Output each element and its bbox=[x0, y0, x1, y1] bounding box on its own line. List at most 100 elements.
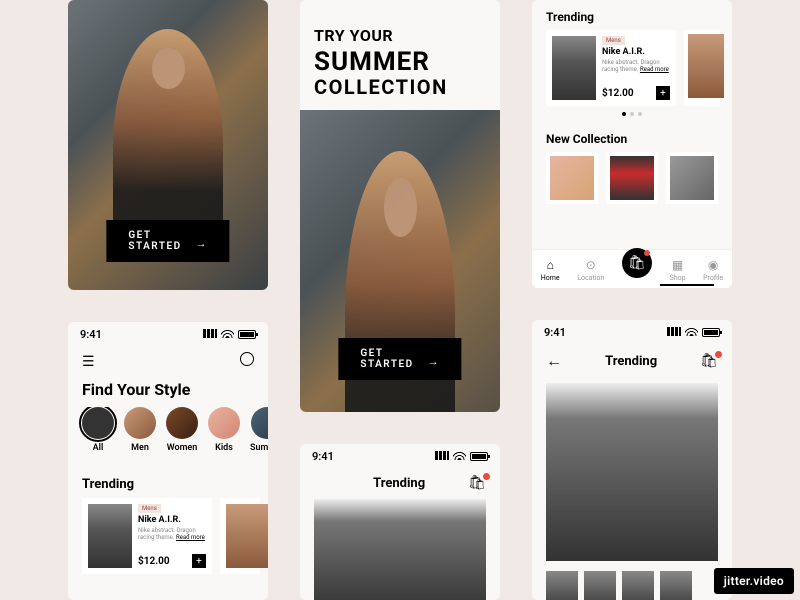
chip-kids[interactable]: Kids bbox=[208, 407, 240, 453]
nav-label: Home bbox=[541, 274, 560, 282]
home-icon: ⌂ bbox=[547, 258, 554, 272]
nav-shop[interactable]: ▦Shop bbox=[670, 258, 686, 282]
dot-1[interactable] bbox=[622, 112, 626, 116]
nav-fab-bag[interactable]: 🛍 bbox=[622, 248, 652, 278]
product-card-next[interactable] bbox=[684, 30, 720, 106]
collection-image bbox=[670, 156, 714, 200]
chip-women[interactable]: Women bbox=[166, 407, 198, 453]
wifi-icon bbox=[221, 328, 234, 341]
nav-home[interactable]: ⌂ Home bbox=[541, 258, 560, 282]
nav-profile[interactable]: ◉ Profile bbox=[703, 258, 723, 282]
screen-find-style: 9:41 Find Your Style All Men Women Kids … bbox=[68, 322, 268, 600]
search-icon[interactable] bbox=[240, 351, 254, 370]
wifi-icon bbox=[685, 326, 698, 339]
headline-line-3: COLLECTION bbox=[314, 75, 448, 99]
product-image bbox=[688, 34, 724, 98]
carousel-dots bbox=[532, 106, 732, 122]
status-bar: 9:41 bbox=[300, 444, 500, 469]
cta-label: GET STARTED bbox=[128, 230, 181, 252]
screen-home-lower: Trending Mens Nike A.I.R. Nike abstract.… bbox=[532, 0, 732, 288]
product-card[interactable]: Mens Nike A.I.R. Nike abstract. Dragon r… bbox=[546, 30, 676, 106]
collection-card[interactable] bbox=[606, 152, 658, 204]
chip-avatar bbox=[166, 407, 198, 439]
status-time: 9:41 bbox=[312, 450, 334, 463]
read-more-link[interactable]: Read more bbox=[640, 66, 669, 73]
category-chips: All Men Women Kids Summer bbox=[68, 407, 268, 453]
nav-label: Profile bbox=[703, 274, 723, 282]
hamburger-icon[interactable] bbox=[82, 351, 95, 370]
chip-all[interactable]: All bbox=[82, 407, 114, 453]
header: Trending 🛍 bbox=[300, 469, 500, 497]
chip-label: Men bbox=[131, 443, 149, 453]
get-started-button[interactable]: GET STARTED bbox=[106, 220, 229, 262]
trending-title: Trending bbox=[532, 0, 732, 30]
read-more-link[interactable]: Read more bbox=[176, 534, 205, 541]
product-image-large bbox=[546, 383, 718, 561]
product-card[interactable]: Mens Nike A.I.R. Nike abstract. Dragon r… bbox=[82, 498, 212, 574]
arrow-right-icon bbox=[428, 355, 440, 363]
trending-title: Trending bbox=[68, 453, 268, 498]
collection-card[interactable] bbox=[546, 152, 598, 204]
product-info: Mens Nike A.I.R. Nike abstract. Dragon r… bbox=[138, 504, 206, 568]
chip-men[interactable]: Men bbox=[124, 407, 156, 453]
page-title: Trending bbox=[373, 476, 425, 491]
product-image bbox=[226, 504, 268, 568]
signal-icon bbox=[203, 328, 217, 341]
battery-icon bbox=[238, 330, 256, 339]
chip-label: All bbox=[93, 443, 104, 453]
add-to-cart-button[interactable]: + bbox=[192, 554, 206, 568]
dot-2[interactable] bbox=[630, 112, 634, 116]
profile-icon: ◉ bbox=[708, 258, 718, 272]
product-image bbox=[552, 36, 596, 100]
chip-label: Kids bbox=[215, 443, 233, 453]
nav-label: Shop bbox=[670, 274, 686, 282]
battery-icon bbox=[470, 452, 488, 461]
cta-label: GET STARTED bbox=[360, 348, 413, 370]
product-image-large bbox=[314, 499, 486, 600]
product-thumbnails bbox=[532, 567, 732, 600]
new-collection-title: New Collection bbox=[532, 122, 732, 152]
trending-row: Mens Nike A.I.R. Nike abstract. Dragon r… bbox=[68, 498, 268, 574]
product-info: Mens Nike A.I.R. Nike abstract. Dragon r… bbox=[602, 36, 670, 100]
signal-icon bbox=[435, 450, 449, 463]
watermark: jitter.video bbox=[714, 568, 794, 594]
product-badge: Mens bbox=[602, 36, 625, 45]
back-button[interactable] bbox=[546, 351, 562, 371]
bag-icon: 🛍 bbox=[628, 255, 646, 271]
product-desc: Nike abstract. Dragon racing theme. Read… bbox=[138, 527, 206, 541]
bag-icon[interactable]: 🛍 bbox=[700, 353, 718, 369]
thumbnail[interactable] bbox=[584, 571, 616, 600]
product-name: Nike A.I.R. bbox=[138, 515, 206, 525]
header: Trending 🛍 bbox=[532, 345, 732, 377]
thumbnail[interactable] bbox=[622, 571, 654, 600]
bag-icon[interactable]: 🛍 bbox=[468, 475, 486, 491]
collection-card[interactable] bbox=[666, 152, 718, 204]
page-title: Trending bbox=[605, 354, 657, 369]
status-time: 9:41 bbox=[80, 328, 102, 341]
topbar bbox=[68, 347, 268, 378]
chip-summer[interactable]: Summer bbox=[250, 407, 268, 453]
nav-location[interactable]: ⊙Location bbox=[577, 258, 604, 282]
chip-avatar bbox=[251, 407, 268, 439]
thumbnail[interactable] bbox=[546, 571, 578, 600]
product-badge: Mens bbox=[138, 504, 161, 513]
product-card-next[interactable] bbox=[220, 498, 260, 574]
get-started-button[interactable]: GET STARTED bbox=[338, 338, 461, 380]
nav-indicator bbox=[660, 284, 714, 286]
thumbnail[interactable] bbox=[660, 571, 692, 600]
chip-avatar bbox=[124, 407, 156, 439]
screen-hero-2: TRY YOUR SUMMER COLLECTION GET STARTED bbox=[300, 0, 500, 412]
chip-label: Women bbox=[167, 443, 198, 453]
dot-3[interactable] bbox=[638, 112, 642, 116]
headline: TRY YOUR SUMMER COLLECTION bbox=[314, 26, 448, 99]
product-image bbox=[88, 504, 132, 568]
add-to-cart-button[interactable]: + bbox=[656, 86, 670, 100]
headline-line-2: SUMMER bbox=[314, 47, 448, 77]
product-price: $12.00 bbox=[602, 88, 634, 99]
screen-hero-1: GET STARTED bbox=[68, 0, 268, 290]
arrow-right-icon bbox=[196, 237, 208, 245]
status-bar: 9:41 bbox=[68, 322, 268, 347]
new-collection-row bbox=[532, 152, 732, 204]
status-time: 9:41 bbox=[544, 326, 566, 339]
screen-product-top: 9:41 Trending 🛍 bbox=[300, 444, 500, 600]
